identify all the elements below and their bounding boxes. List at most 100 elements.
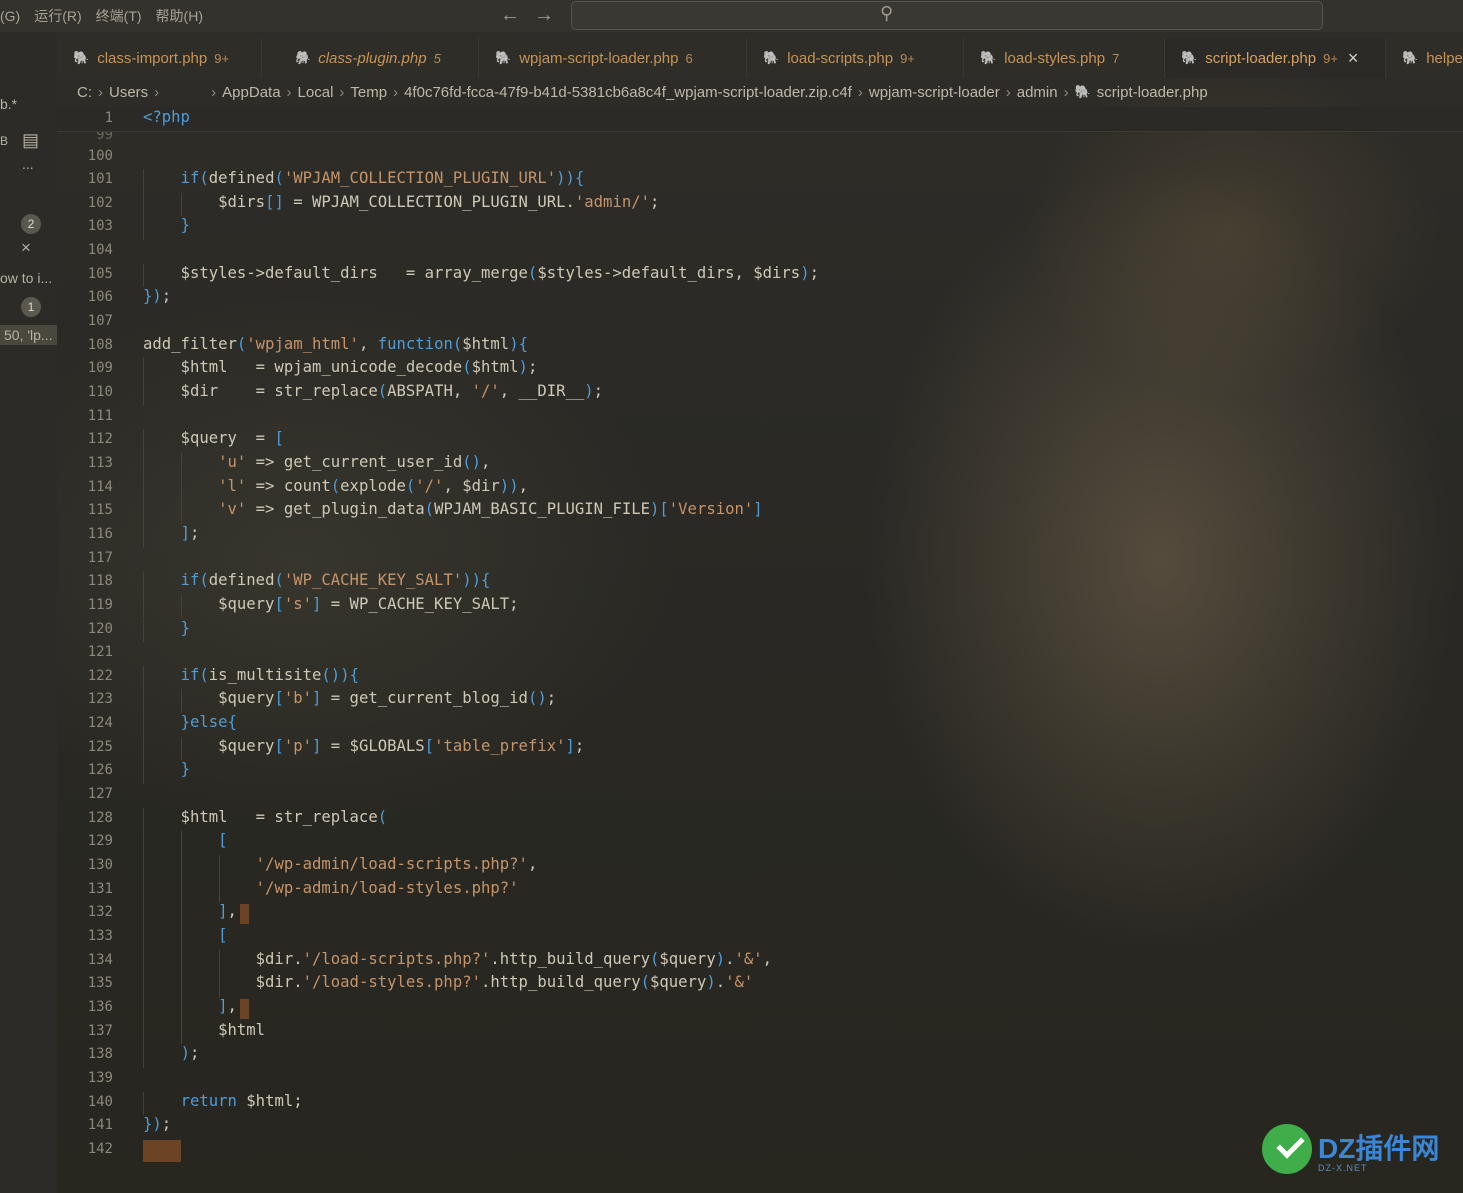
code-line[interactable]: $query['s'] = WP_CACHE_KEY_SALT; xyxy=(143,595,518,613)
crumb-temp[interactable]: Temp xyxy=(350,84,387,101)
line-number: 103 xyxy=(87,218,113,235)
indent-guide xyxy=(143,665,144,690)
indent-guide xyxy=(143,618,144,643)
code-line[interactable]: '/wp-admin/load-styles.php?' xyxy=(143,879,519,897)
code-line[interactable]: $dirs[] = WPJAM_COLLECTION_PLUGIN_URL.'a… xyxy=(143,193,659,211)
code-line[interactable]: }); xyxy=(143,287,171,305)
sticky-scroll-header[interactable]: 1 <?php xyxy=(57,107,1463,132)
code-line[interactable]: add_filter('wpjam_html', function($html)… xyxy=(143,335,528,353)
code-line[interactable]: $query = [ xyxy=(143,429,284,447)
current-line-cursor-highlight xyxy=(143,1139,181,1162)
code-line[interactable]: }else{ xyxy=(143,713,237,731)
code-line[interactable]: $html = wpjam_unicode_decode($html); xyxy=(143,358,538,376)
indent-guide xyxy=(181,949,183,974)
code-line[interactable]: } xyxy=(143,619,190,637)
line-number: 142 xyxy=(87,1140,113,1157)
php-elephant-icon: 🐘 xyxy=(495,50,512,65)
code-line[interactable]: $html = str_replace( xyxy=(143,808,388,826)
menu-terminal[interactable]: 终端(T) xyxy=(96,6,142,26)
crumb-appdata[interactable]: AppData xyxy=(222,84,280,101)
watermark-subtext: DZ-X.NET xyxy=(1318,1163,1368,1173)
collection-icon[interactable]: ▤ xyxy=(22,130,39,151)
indent-guide xyxy=(143,216,144,241)
indent-guide xyxy=(143,1044,144,1068)
indent-guide xyxy=(143,263,144,288)
code-line[interactable]: } xyxy=(143,760,190,778)
code-line[interactable]: $dir.'/load-styles.php?'.http_build_quer… xyxy=(143,973,754,991)
code-editor[interactable]: 99 100 101 102 103 104 105 106 107 108 109 110 111 11… xyxy=(57,107,1463,1193)
line-number: 115 xyxy=(87,502,113,519)
indent-guide xyxy=(143,358,144,382)
crumb-admin[interactable]: admin xyxy=(1017,84,1058,101)
forward-arrow-icon[interactable]: → xyxy=(534,4,554,27)
line-number: 104 xyxy=(87,242,113,259)
code-line[interactable]: $dir = str_replace(ABSPATH, '/', __DIR__… xyxy=(143,382,604,400)
code-line[interactable]: $html xyxy=(143,1021,265,1039)
line-number: 125 xyxy=(87,738,113,755)
tab-close-icon[interactable]: × xyxy=(1348,48,1359,69)
tab-helpers[interactable]: 🐘 helpe xyxy=(1386,38,1463,78)
code-line[interactable]: 'v' => get_plugin_data(WPJAM_BASIC_PLUGI… xyxy=(143,500,763,518)
crumb-drive[interactable]: C: xyxy=(77,84,92,101)
tab-script-loader[interactable]: 🐘 script-loader.php 9+ × xyxy=(1165,38,1386,78)
code-line[interactable]: ]; xyxy=(143,524,200,542)
line-number: 122 xyxy=(87,667,113,684)
code-line[interactable]: '/wp-admin/load-scripts.php?', xyxy=(143,855,538,873)
problem-count-badge: 2 xyxy=(21,214,41,234)
code-line[interactable]: 'u' => get_current_user_id(), xyxy=(143,453,490,471)
editor-tabs: 🐘 class-import.php 9+ 🐘 class-plugin.php… xyxy=(57,38,1463,78)
tab-wpjam-script-loader[interactable]: 🐘 wpjam-script-loader.php 6 xyxy=(479,38,747,78)
command-center-search[interactable]: ⚲ xyxy=(571,1,1323,30)
back-arrow-icon[interactable]: ← xyxy=(500,4,520,27)
code-line[interactable]: if(defined('WP_CACHE_KEY_SALT')){ xyxy=(143,571,491,589)
code-line[interactable]: ], xyxy=(143,997,237,1015)
indent-guide xyxy=(181,1020,183,1045)
code-line[interactable]: if(defined('WPJAM_COLLECTION_PLUGIN_URL'… xyxy=(143,169,585,187)
tab-class-plugin[interactable]: 🐘 class-plugin.php 5 xyxy=(278,38,479,78)
crumb-plugin[interactable]: wpjam-script-loader xyxy=(869,84,1000,101)
indent-guide xyxy=(219,973,221,997)
search-regex-toggle[interactable]: b.* xyxy=(0,96,17,112)
chevron-right-icon: › xyxy=(393,84,399,101)
php-elephant-icon: 🐘 xyxy=(980,50,997,65)
chevron-right-icon: › xyxy=(211,84,217,101)
tab-class-import[interactable]: 🐘 class-import.php 9+ xyxy=(57,38,262,78)
tab-load-styles[interactable]: 🐘 load-styles.php 7 xyxy=(964,38,1165,78)
crumb-local[interactable]: Local xyxy=(298,84,334,101)
indent-guide xyxy=(181,736,183,761)
code-line[interactable]: ], xyxy=(143,902,237,920)
crumb-file[interactable]: script-loader.php xyxy=(1097,84,1208,101)
crumb-zip-folder[interactable]: 4f0c76fd-fcca-47f9-b41d-5381cb6a8c4f_wpj… xyxy=(404,84,852,101)
selected-result-item[interactable]: 50, 'lp... xyxy=(0,325,57,345)
more-actions-icon[interactable]: ... xyxy=(22,156,34,172)
code-line[interactable]: 'l' => count(explode('/', $dir)), xyxy=(143,477,528,495)
menu-help[interactable]: 帮助(H) xyxy=(156,6,203,26)
code-line[interactable]: ); xyxy=(143,1044,200,1062)
menu-run[interactable]: 运行(R) xyxy=(34,6,81,26)
chevron-right-icon: › xyxy=(98,84,103,101)
line-number: 117 xyxy=(87,549,113,566)
indent-guide xyxy=(181,500,183,524)
code-line[interactable]: $dir.'/load-scripts.php?'.http_build_que… xyxy=(143,950,772,968)
code-line[interactable]: return $html; xyxy=(143,1092,303,1110)
indent-guide xyxy=(181,855,183,879)
code-line[interactable]: $styles->default_dirs = array_merge($sty… xyxy=(143,264,819,282)
indent-guide xyxy=(143,382,144,406)
code-line[interactable]: } xyxy=(143,216,190,234)
close-icon[interactable]: × xyxy=(21,238,31,258)
line-number: 121 xyxy=(87,644,113,661)
code-line[interactable]: $query['p'] = $GLOBALS['table_prefix']; xyxy=(143,737,584,755)
indent-guide xyxy=(181,476,183,501)
code-line[interactable]: $query['b'] = get_current_blog_id(); xyxy=(143,689,556,707)
menu-go[interactable]: (G) xyxy=(0,8,20,24)
crumb-user[interactable] xyxy=(165,84,205,101)
problem-count: 9+ xyxy=(900,50,915,66)
result-item-text[interactable]: ow to i... xyxy=(0,270,52,286)
code-line[interactable]: [ xyxy=(143,926,227,944)
code-line[interactable]: }); xyxy=(143,1115,171,1133)
crumb-users[interactable]: Users xyxy=(109,84,148,101)
code-line[interactable]: if(is_multisite()){ xyxy=(143,666,359,684)
tab-label: class-import.php xyxy=(97,49,208,67)
code-line[interactable]: [ xyxy=(143,831,227,849)
tab-load-scripts[interactable]: 🐘 load-scripts.php 9+ xyxy=(747,38,964,78)
